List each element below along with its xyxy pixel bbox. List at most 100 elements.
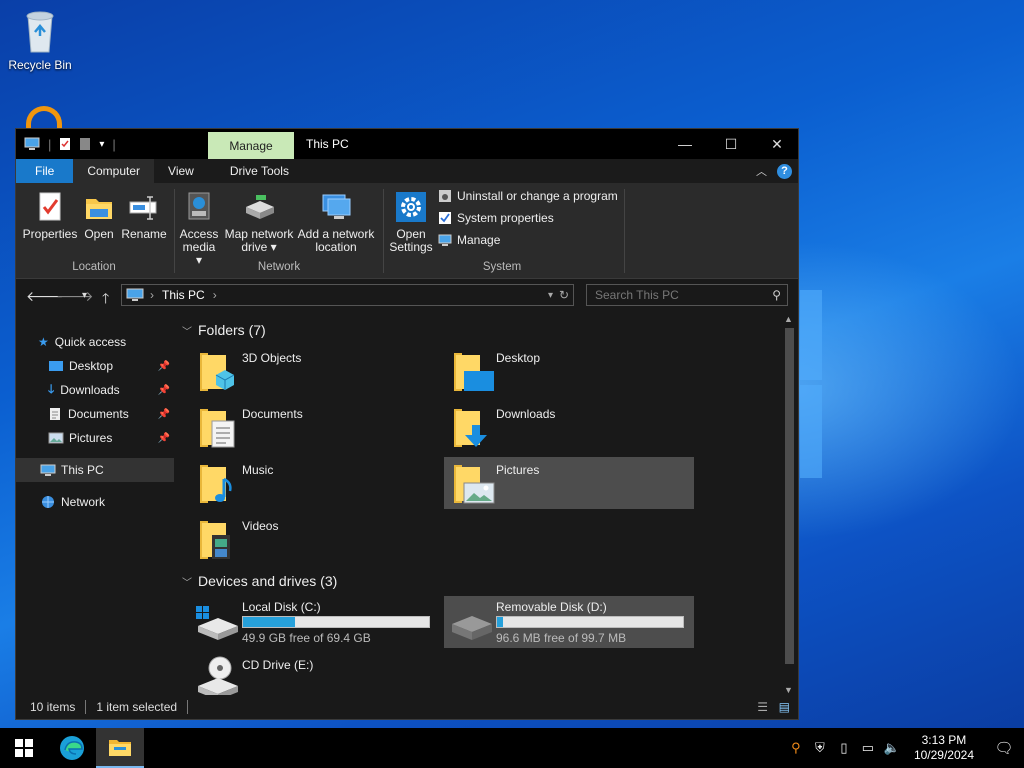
large-icons-view-icon[interactable]: ▤ — [779, 700, 790, 714]
folder-downloads[interactable]: Downloads — [444, 401, 694, 453]
devices-section-header[interactable]: ﹀ Devices and drives (3) — [182, 573, 337, 589]
pin-icon: 📌 — [157, 408, 170, 420]
search-icon[interactable]: ⚲ — [772, 288, 781, 302]
folder-desktop[interactable]: Desktop — [444, 345, 694, 397]
new-folder-qa-icon[interactable] — [79, 137, 91, 151]
scroll-up-icon[interactable]: ▲ — [784, 314, 793, 324]
usb-device-icon[interactable]: ▯ — [832, 740, 856, 756]
security-shield-icon[interactable]: ⛨ — [808, 740, 832, 756]
nav-this-pc[interactable]: This PC — [16, 458, 174, 482]
nav-item-desktop[interactable]: Desktop 📌 — [16, 354, 174, 378]
folder-pictures[interactable]: Pictures — [444, 457, 694, 509]
recycle-bin-shortcut[interactable]: Recycle Bin — [0, 8, 80, 72]
windows-logo-icon — [15, 739, 33, 757]
music-folder-icon — [200, 465, 232, 503]
maximize-icon: ☐ — [724, 136, 738, 152]
settings-gear-icon — [396, 192, 426, 222]
pictures-folder-icon — [454, 465, 495, 504]
breadcrumb-chevron-icon[interactable]: › — [213, 288, 217, 302]
access-media-button[interactable]: Access media ▾ — [178, 191, 220, 267]
breadcrumb-this-pc[interactable]: This PC — [162, 288, 205, 302]
properties-icon — [39, 192, 61, 221]
close-button[interactable]: ✕ — [754, 129, 800, 159]
desktop-app-icon[interactable] — [26, 106, 62, 130]
tab-computer[interactable]: Computer — [73, 159, 155, 183]
search-tray-icon[interactable]: ⚲ — [784, 740, 808, 756]
access-media-icon — [188, 192, 210, 220]
scroll-down-icon[interactable]: ▼ — [784, 685, 793, 695]
drive-usage-fill — [497, 617, 503, 627]
properties-qa-icon[interactable] — [59, 137, 71, 151]
properties-button[interactable]: Properties — [22, 191, 78, 241]
folder-name: Downloads — [496, 407, 556, 421]
minimize-icon: — — [678, 136, 692, 152]
uninstall-program-button[interactable]: Uninstall or change a program — [438, 189, 618, 203]
maximize-button[interactable]: ☐ — [708, 129, 754, 159]
explorer-body: ★ Quick access Desktop 📌 🡓 Downloads 📌 D… — [16, 314, 798, 700]
network-status-icon[interactable]: ▭ — [856, 740, 880, 756]
edge-button[interactable] — [48, 728, 96, 768]
collapse-ribbon-icon[interactable]: ︿ — [756, 163, 767, 179]
toolbar-separator: | — [112, 136, 116, 152]
network-group-label: Network — [257, 261, 301, 273]
navigation-pane: ★ Quick access Desktop 📌 🡓 Downloads 📌 D… — [16, 314, 174, 695]
folder-music[interactable]: Music — [190, 457, 440, 509]
recycle-bin-label: Recycle Bin — [8, 58, 72, 72]
nav-item-downloads[interactable]: 🡓 Downloads 📌 — [16, 378, 174, 402]
add-network-location-button[interactable]: Add a network location — [296, 191, 376, 254]
nav-network[interactable]: Network — [16, 490, 174, 514]
tab-file[interactable]: File — [16, 159, 74, 183]
open-button[interactable]: Open — [80, 191, 118, 241]
search-input[interactable]: Search This PC ⚲ — [586, 284, 788, 306]
tab-view[interactable]: View — [154, 159, 208, 183]
drive-name: CD Drive (E:) — [242, 658, 314, 672]
clock[interactable]: 3:13 PM 10/29/2024 — [904, 733, 984, 763]
forward-arrow-icon[interactable]: 🡒 — [56, 288, 94, 305]
drive-free-space: 96.6 MB free of 99.7 MB — [496, 631, 627, 645]
refresh-icon[interactable]: ↻ — [559, 288, 569, 302]
this-pc-icon — [126, 288, 144, 301]
tab-drive-tools[interactable]: Drive Tools — [208, 159, 303, 183]
start-button[interactable] — [0, 728, 48, 768]
customize-qa-chevron-icon[interactable]: ▾ — [99, 139, 104, 150]
details-view-icon[interactable]: ☰ — [757, 700, 768, 714]
drive-removable-d[interactable]: Removable Disk (D:) 96.6 MB free of 99.7… — [444, 596, 694, 648]
drive-local-c[interactable]: Local Disk (C:) 49.9 GB free of 69.4 GB — [190, 596, 440, 648]
address-history-chevron-icon[interactable]: ▾ — [548, 290, 553, 301]
nav-quick-access[interactable]: ★ Quick access — [16, 330, 174, 354]
vertical-scrollbar[interactable]: ▲ ▼ — [781, 314, 798, 695]
recent-locations-chevron-icon[interactable]: ▾ — [82, 290, 87, 301]
file-explorer-taskbar-button[interactable] — [96, 728, 144, 768]
system-group-label: System — [482, 261, 522, 273]
folder-documents[interactable]: Documents — [190, 401, 440, 453]
system-tray: ⚲ ⛨ ▯ ▭ 🔈 3:13 PM 10/29/2024 🗨 — [784, 728, 1024, 768]
manage-contextual-tab[interactable]: Manage — [208, 132, 294, 159]
manage-label: Manage — [457, 233, 501, 247]
folder-videos[interactable]: Videos — [190, 513, 440, 565]
folder-3d-objects[interactable]: 3D Objects — [190, 345, 440, 397]
rename-button[interactable]: Rename — [120, 191, 168, 241]
minimize-button[interactable]: — — [662, 129, 708, 159]
3d-objects-folder-icon — [200, 353, 235, 391]
title-bar[interactable]: | ▾ | Manage This PC — ☐ ✕ — [16, 129, 798, 159]
folders-section-header[interactable]: ﹀ Folders (7) — [182, 322, 266, 338]
notifications-icon[interactable]: 🗨 — [984, 739, 1024, 757]
breadcrumb-chevron-icon[interactable]: › — [150, 288, 154, 302]
system-properties-button[interactable]: System properties — [438, 211, 554, 225]
up-arrow-icon[interactable]: 🡑 — [102, 288, 109, 312]
group-divider — [383, 189, 384, 273]
scroll-thumb[interactable] — [785, 328, 794, 664]
volume-muted-icon[interactable]: 🔈 — [880, 740, 904, 756]
address-box[interactable]: › This PC › ▾ ↻ — [121, 284, 574, 306]
nav-network-label: Network — [61, 495, 106, 509]
nav-item-documents[interactable]: Documents 📌 — [16, 402, 174, 426]
file-explorer-window[interactable]: | ▾ | Manage This PC — ☐ ✕ File Computer… — [15, 128, 799, 720]
open-settings-button[interactable]: Open Settings — [388, 191, 434, 254]
manage-button[interactable]: Manage — [438, 233, 500, 247]
map-network-drive-button[interactable]: Map network drive ▾ — [222, 191, 296, 254]
network-icon — [42, 496, 54, 508]
help-icon[interactable]: ? — [777, 163, 792, 179]
nav-item-pictures[interactable]: Pictures 📌 — [16, 426, 174, 450]
folder-name: Documents — [242, 407, 303, 421]
open-settings-label-2: Settings — [389, 240, 433, 254]
